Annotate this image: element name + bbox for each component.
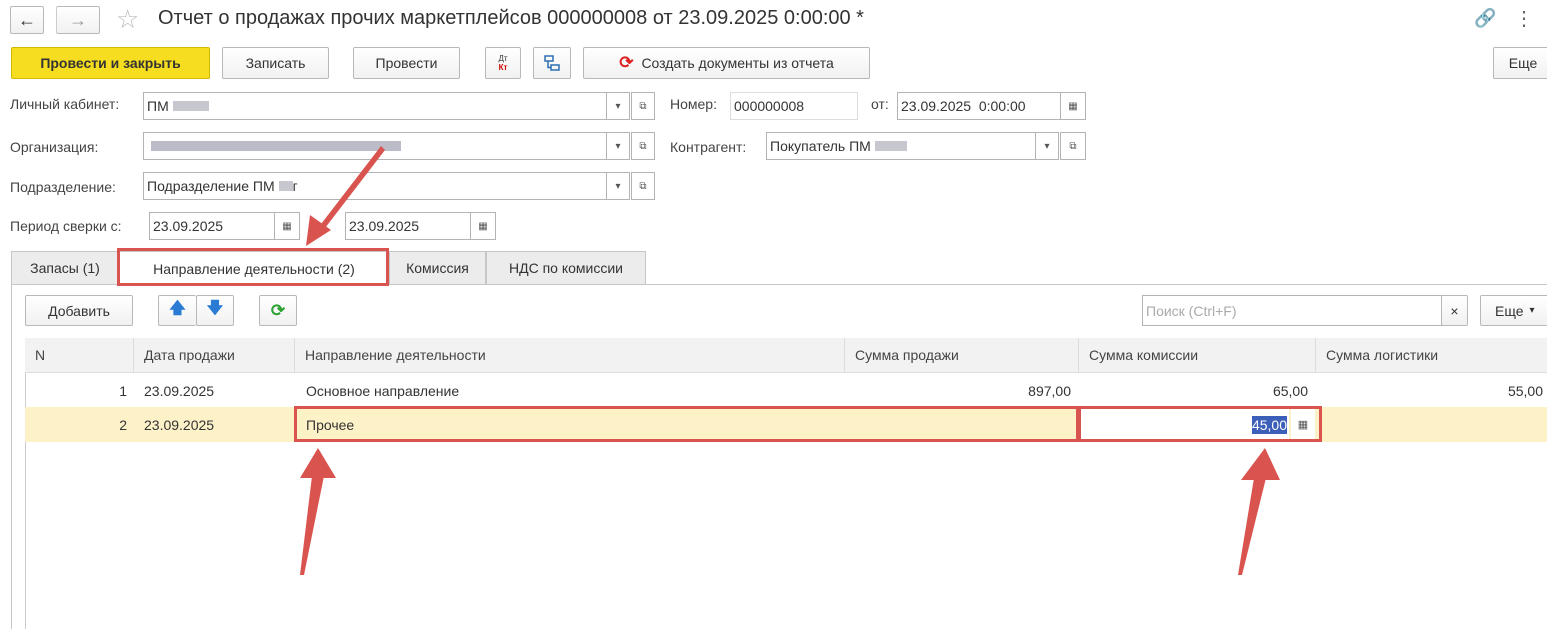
arrow-to-tab <box>306 146 385 246</box>
annotation-arrows <box>300 146 1280 575</box>
arrow-to-commission <box>1238 448 1280 575</box>
arrow-to-direction <box>300 448 336 575</box>
